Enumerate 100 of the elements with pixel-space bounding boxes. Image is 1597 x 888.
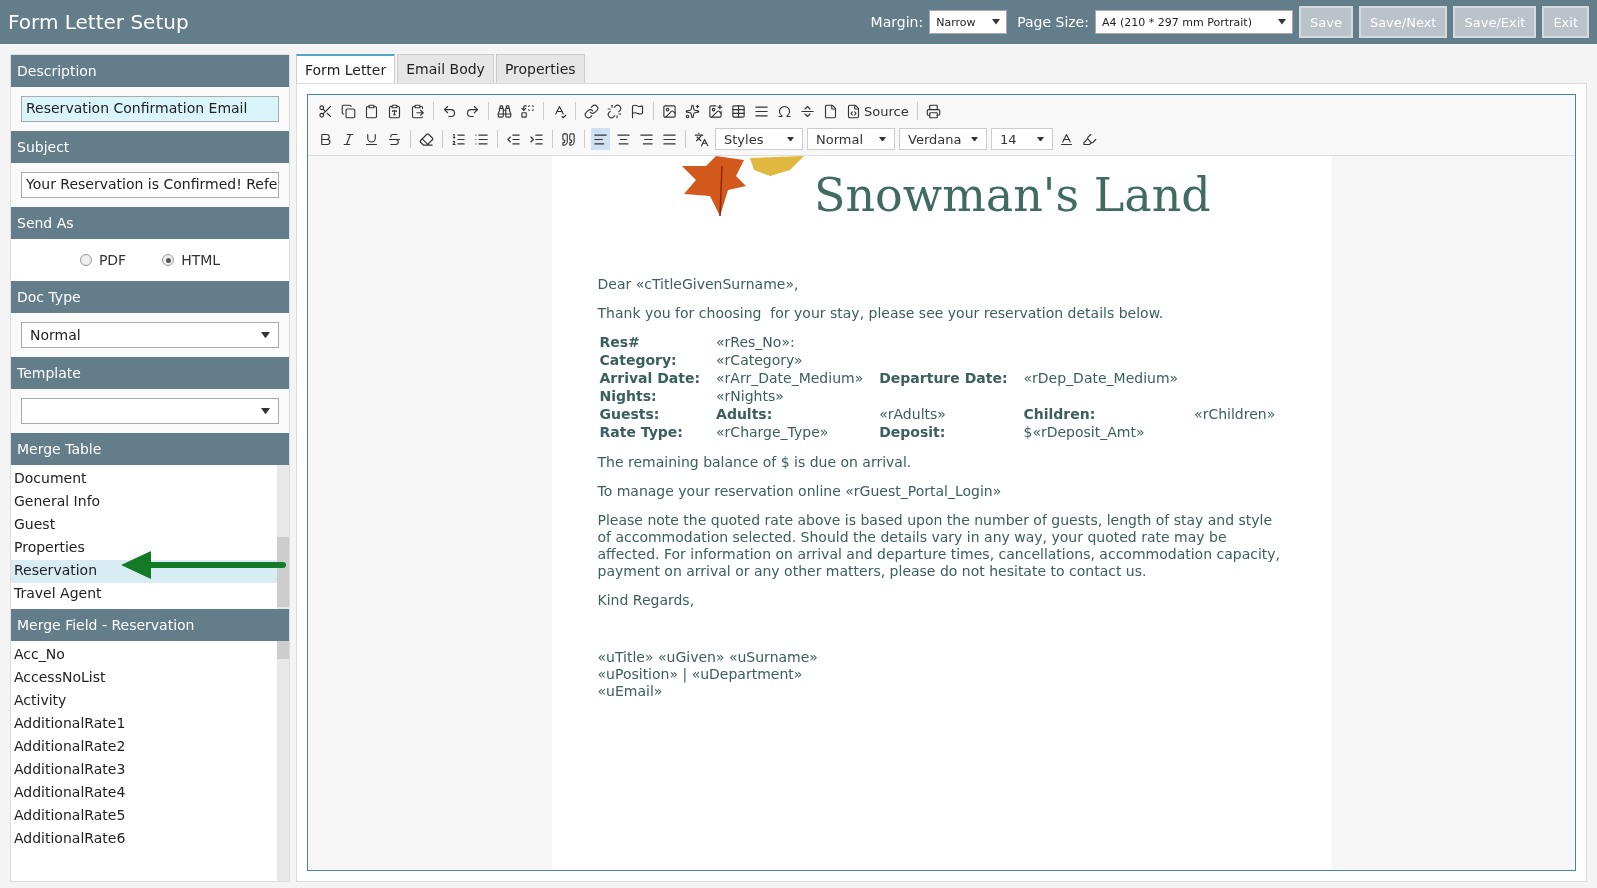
detail-label: Nights:: [598, 388, 658, 406]
format-dropdown[interactable]: Normal: [807, 128, 895, 150]
detail-label: Rate Type:: [598, 424, 684, 442]
detail-label: Adults:: [715, 406, 774, 424]
highlight-icon: [1082, 131, 1097, 147]
size-dropdown[interactable]: 14: [991, 128, 1053, 150]
undo-icon: [442, 103, 457, 119]
source-button[interactable]: Source: [844, 100, 911, 122]
letter-title: Snowman's Land: [813, 168, 1211, 222]
merge-field: «rChildren»: [1192, 406, 1290, 424]
list-item[interactable]: AdditionalRate4: [11, 782, 277, 805]
page-icon: [823, 103, 838, 119]
signature-line: «uTitle» «uGiven» «uSurname»: [597, 649, 819, 666]
align-left-button[interactable]: [591, 128, 610, 150]
print-icon: [925, 103, 941, 119]
page-break-icon: [800, 103, 815, 119]
align-center-icon: [616, 131, 631, 147]
list-item[interactable]: AdditionalRate5: [11, 805, 277, 828]
language-icon: [694, 131, 709, 147]
letter-text: The remaining balance of $ is due on arrival.: [597, 454, 913, 471]
panel-heading: Description: [11, 55, 289, 87]
copy-icon: [341, 103, 356, 119]
justify-icon: [662, 131, 677, 147]
caret-icon: [879, 136, 886, 142]
align-right-icon: [639, 131, 654, 147]
spellcheck-icon: [552, 103, 567, 119]
list-item[interactable]: Document: [11, 468, 277, 491]
cut-icon: [318, 103, 333, 119]
redo-icon: [465, 103, 480, 119]
page-title: Form Letter Setup: [8, 10, 190, 34]
table-icon: [731, 103, 746, 119]
list-item[interactable]: Travel Agent: [11, 583, 277, 606]
radio-option[interactable]: HTML: [162, 252, 221, 268]
doc-type-select[interactable]: Normal: [21, 322, 279, 348]
merge-field: «rCategory»: [714, 352, 878, 370]
caret-icon: [261, 407, 270, 415]
radio-option[interactable]: PDF: [79, 252, 127, 268]
letter-text: To manage your reservation online «rGuest_Portal_Login»: [597, 483, 1003, 500]
merge-field: «rDep_Date_Medium»: [1021, 370, 1193, 388]
detail-label: Departure Date:: [878, 370, 1009, 388]
quote-icon: [561, 131, 576, 147]
letter-text: Thank you for choosing for your stay, please see your reservation details below.: [597, 305, 1165, 322]
merge-field: «rRes_No»:: [714, 334, 878, 352]
bullet-list-icon: [474, 131, 489, 147]
list-item[interactable]: Guest: [11, 514, 277, 537]
underline-icon: [364, 131, 379, 147]
list-item[interactable]: AdditionalRate1: [11, 713, 277, 736]
caret-icon: [971, 136, 978, 142]
list-item[interactable]: General Info: [11, 491, 277, 514]
unlink-icon: [607, 103, 622, 119]
list-item[interactable]: Activity: [11, 690, 277, 713]
subject-field[interactable]: Your Reservation is Confirmed! Refe: [21, 172, 279, 198]
panel-heading: Doc Type: [11, 281, 289, 313]
margin-select[interactable]: Narrow: [929, 10, 1008, 34]
list-item[interactable]: Properties: [11, 537, 277, 560]
tab[interactable]: Email Body: [397, 54, 494, 83]
bold-icon: [318, 131, 333, 147]
detail-label: Arrival Date:: [598, 370, 702, 388]
eraser-icon: [419, 131, 434, 147]
source-icon: [846, 103, 861, 119]
detail-label: Category:: [598, 352, 678, 370]
caret-icon: [1277, 19, 1286, 25]
panel-heading: Merge Table: [11, 433, 289, 465]
merge-field: «rCharge_Type»: [714, 424, 878, 442]
styles-dropdown[interactable]: Styles: [715, 128, 803, 150]
caret-icon: [261, 331, 270, 339]
sparkle-icon: [685, 103, 700, 119]
signature-line: «uEmail»: [597, 683, 664, 700]
arrow-icon: [119, 550, 289, 580]
image-add-icon: [708, 103, 723, 119]
caret-icon: [787, 136, 794, 142]
italic-icon: [341, 131, 356, 147]
link-icon: [584, 103, 599, 119]
caret-icon: [1037, 136, 1044, 142]
detail-label: Res#: [598, 334, 641, 352]
page-size-label: Page Size:: [1017, 14, 1089, 30]
font-dropdown[interactable]: Verdana: [899, 128, 987, 150]
numbered-list-icon: [451, 131, 466, 147]
paste-word-icon: [410, 103, 425, 119]
omega-icon: [777, 103, 792, 119]
letter-text: Please note the quoted rate above is based upon the number of guests, length of stay and style of accommodation selected. Should the details vary in any way, your quoted rate may be affected. For information on arrival and departure times, cancellations, accommodation capacity, payment on arrival or any other matters, please do not hesitate to contact us.: [597, 512, 1282, 580]
panel-heading: Subject: [11, 131, 289, 163]
tab[interactable]: Properties: [495, 54, 585, 83]
strikethrough-icon: [387, 131, 402, 147]
text-color-icon: [1059, 131, 1074, 147]
tab[interactable]: Form Letter: [296, 54, 396, 83]
detail-label: Deposit:: [878, 424, 947, 442]
outdent-icon: [506, 131, 521, 147]
list-item[interactable]: AdditionalRate6: [11, 828, 277, 851]
list-item[interactable]: Acc_No: [11, 644, 277, 667]
list-item[interactable]: AccessNoList: [11, 667, 277, 690]
page-size-select[interactable]: A4 (210 * 297 mm Portrait): [1094, 10, 1293, 34]
letter-text: Dear «cTitleGivenSurname»,: [597, 276, 800, 293]
description-field[interactable]: Reservation Confirmation Email: [21, 96, 279, 122]
list-item[interactable]: AdditionalRate3: [11, 759, 277, 782]
merge-field: $«rDeposit_Amt»: [1021, 424, 1193, 442]
indent-icon: [529, 131, 544, 147]
merge-field: «rAdults»: [877, 406, 1022, 424]
list-item[interactable]: AdditionalRate2: [11, 736, 277, 759]
merge-field: «rArr_Date_Medium»: [714, 370, 878, 388]
